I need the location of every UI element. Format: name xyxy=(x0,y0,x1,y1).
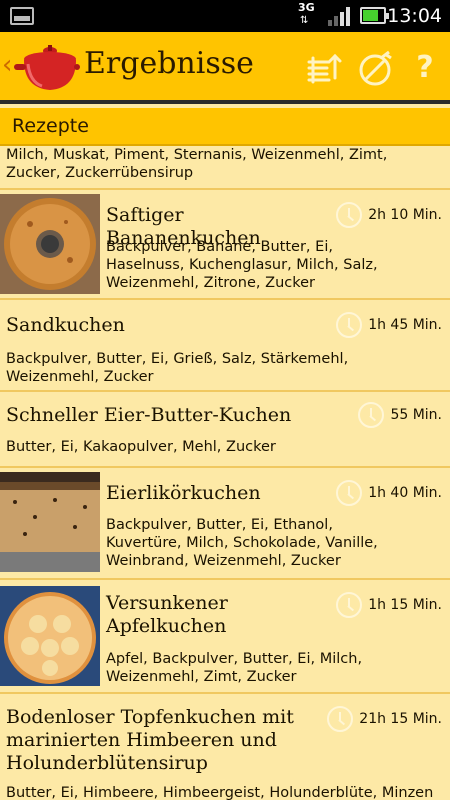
recipe-time: 21h 15 Min. xyxy=(327,706,442,732)
recipe-time-label: 1h 45 Min. xyxy=(368,317,442,333)
recipe-item[interactable]: Eierlikörkuchen 1h 40 Min. Backpulver, B… xyxy=(0,468,450,580)
recipe-time-label: 1h 15 Min. xyxy=(368,597,442,613)
recipe-time: 55 Min. xyxy=(358,402,442,428)
battery-icon xyxy=(360,7,389,24)
network-type: 3G xyxy=(298,1,315,14)
clock-icon xyxy=(358,402,385,428)
apple-cake-photo xyxy=(0,586,100,686)
back-chevron-icon[interactable]: ‹ xyxy=(2,50,12,80)
status-bar: 3G ⇅ 13:04 xyxy=(0,0,450,32)
data-activity-icon: ⇅ xyxy=(300,15,309,26)
page-title: Ergebnisse xyxy=(84,46,254,81)
recipe-time-label: 1h 40 Min. xyxy=(368,485,442,501)
recipe-ingredients: Butter, Ei, Kakaopulver, Mehl, Zucker xyxy=(6,439,276,455)
loaf-cake-photo xyxy=(0,472,100,572)
action-bar: ‹ Ergebnisse ? xyxy=(0,32,450,104)
recipe-ingredients: Backpulver, Butter, Ei, Grieß, Salz, Stä… xyxy=(6,351,349,385)
no-filter-icon[interactable] xyxy=(355,48,395,88)
sort-icon[interactable] xyxy=(305,48,345,88)
recipe-time: 2h 10 Min. xyxy=(336,202,442,228)
recipe-time: 1h 40 Min. xyxy=(336,480,442,506)
bundt-cake-photo xyxy=(0,194,100,294)
recipe-time: 1h 45 Min. xyxy=(336,312,442,338)
recipe-title: Versunkener Apfelkuchen xyxy=(106,592,228,637)
recipe-time-label: 21h 15 Min. xyxy=(359,711,442,727)
signal-strength-icon xyxy=(328,6,354,26)
recipe-item[interactable]: Bodenloser Topfenkuchen mit marinierten … xyxy=(0,694,450,800)
recipe-list[interactable]: Milch, Muskat, Piment, Sternanis, Weizen… xyxy=(0,146,450,800)
recipe-item[interactable]: Versunkener Apfelkuchen 1h 15 Min. Apfel… xyxy=(0,580,450,694)
clock-icon xyxy=(327,706,354,732)
recipe-title: Bodenloser Topfenkuchen mit marinierten … xyxy=(6,706,294,774)
notification-image-icon xyxy=(10,7,34,25)
recipe-title: Schneller Eier-Butter-Kuchen xyxy=(6,404,292,426)
clock-icon xyxy=(336,202,363,228)
recipe-time-label: 55 Min. xyxy=(390,407,442,423)
help-icon[interactable]: ? xyxy=(405,48,445,88)
recipe-time-label: 2h 10 Min. xyxy=(368,207,442,223)
recipe-time: 1h 15 Min. xyxy=(336,592,442,618)
recipe-ingredients: Backpulver, Butter, Ei, Ethanol, Kuvertü… xyxy=(106,517,378,569)
clock-icon xyxy=(336,480,363,506)
clock-icon xyxy=(336,312,363,338)
recipe-item[interactable]: Milch, Muskat, Piment, Sternanis, Weizen… xyxy=(0,146,450,190)
recipe-item[interactable]: Saftiger Bananenkuchen 2h 10 Min. Backpu… xyxy=(0,190,450,300)
cooking-pot-logo[interactable] xyxy=(12,42,80,94)
recipe-title: Sandkuchen xyxy=(6,314,125,336)
clock-time: 13:04 xyxy=(387,5,442,27)
recipe-ingredients: Backpulver, Banane, Butter, Ei, Haselnus… xyxy=(106,239,378,291)
recipe-ingredients: Apfel, Backpulver, Butter, Ei, Milch, We… xyxy=(106,651,363,685)
clock-icon xyxy=(336,592,363,618)
recipe-ingredients: Butter, Ei, Himbeere, Himbeergeist, Holu… xyxy=(6,785,434,800)
recipe-item[interactable]: Sandkuchen 1h 45 Min. Backpulver, Butter… xyxy=(0,300,450,392)
recipe-title: Eierlikörkuchen xyxy=(106,482,261,504)
recipe-ingredients: Milch, Muskat, Piment, Sternanis, Weizen… xyxy=(6,147,388,181)
section-header: Rezepte xyxy=(0,108,450,146)
recipe-item[interactable]: Schneller Eier-Butter-Kuchen 55 Min. But… xyxy=(0,392,450,468)
section-label: Rezepte xyxy=(12,115,89,137)
